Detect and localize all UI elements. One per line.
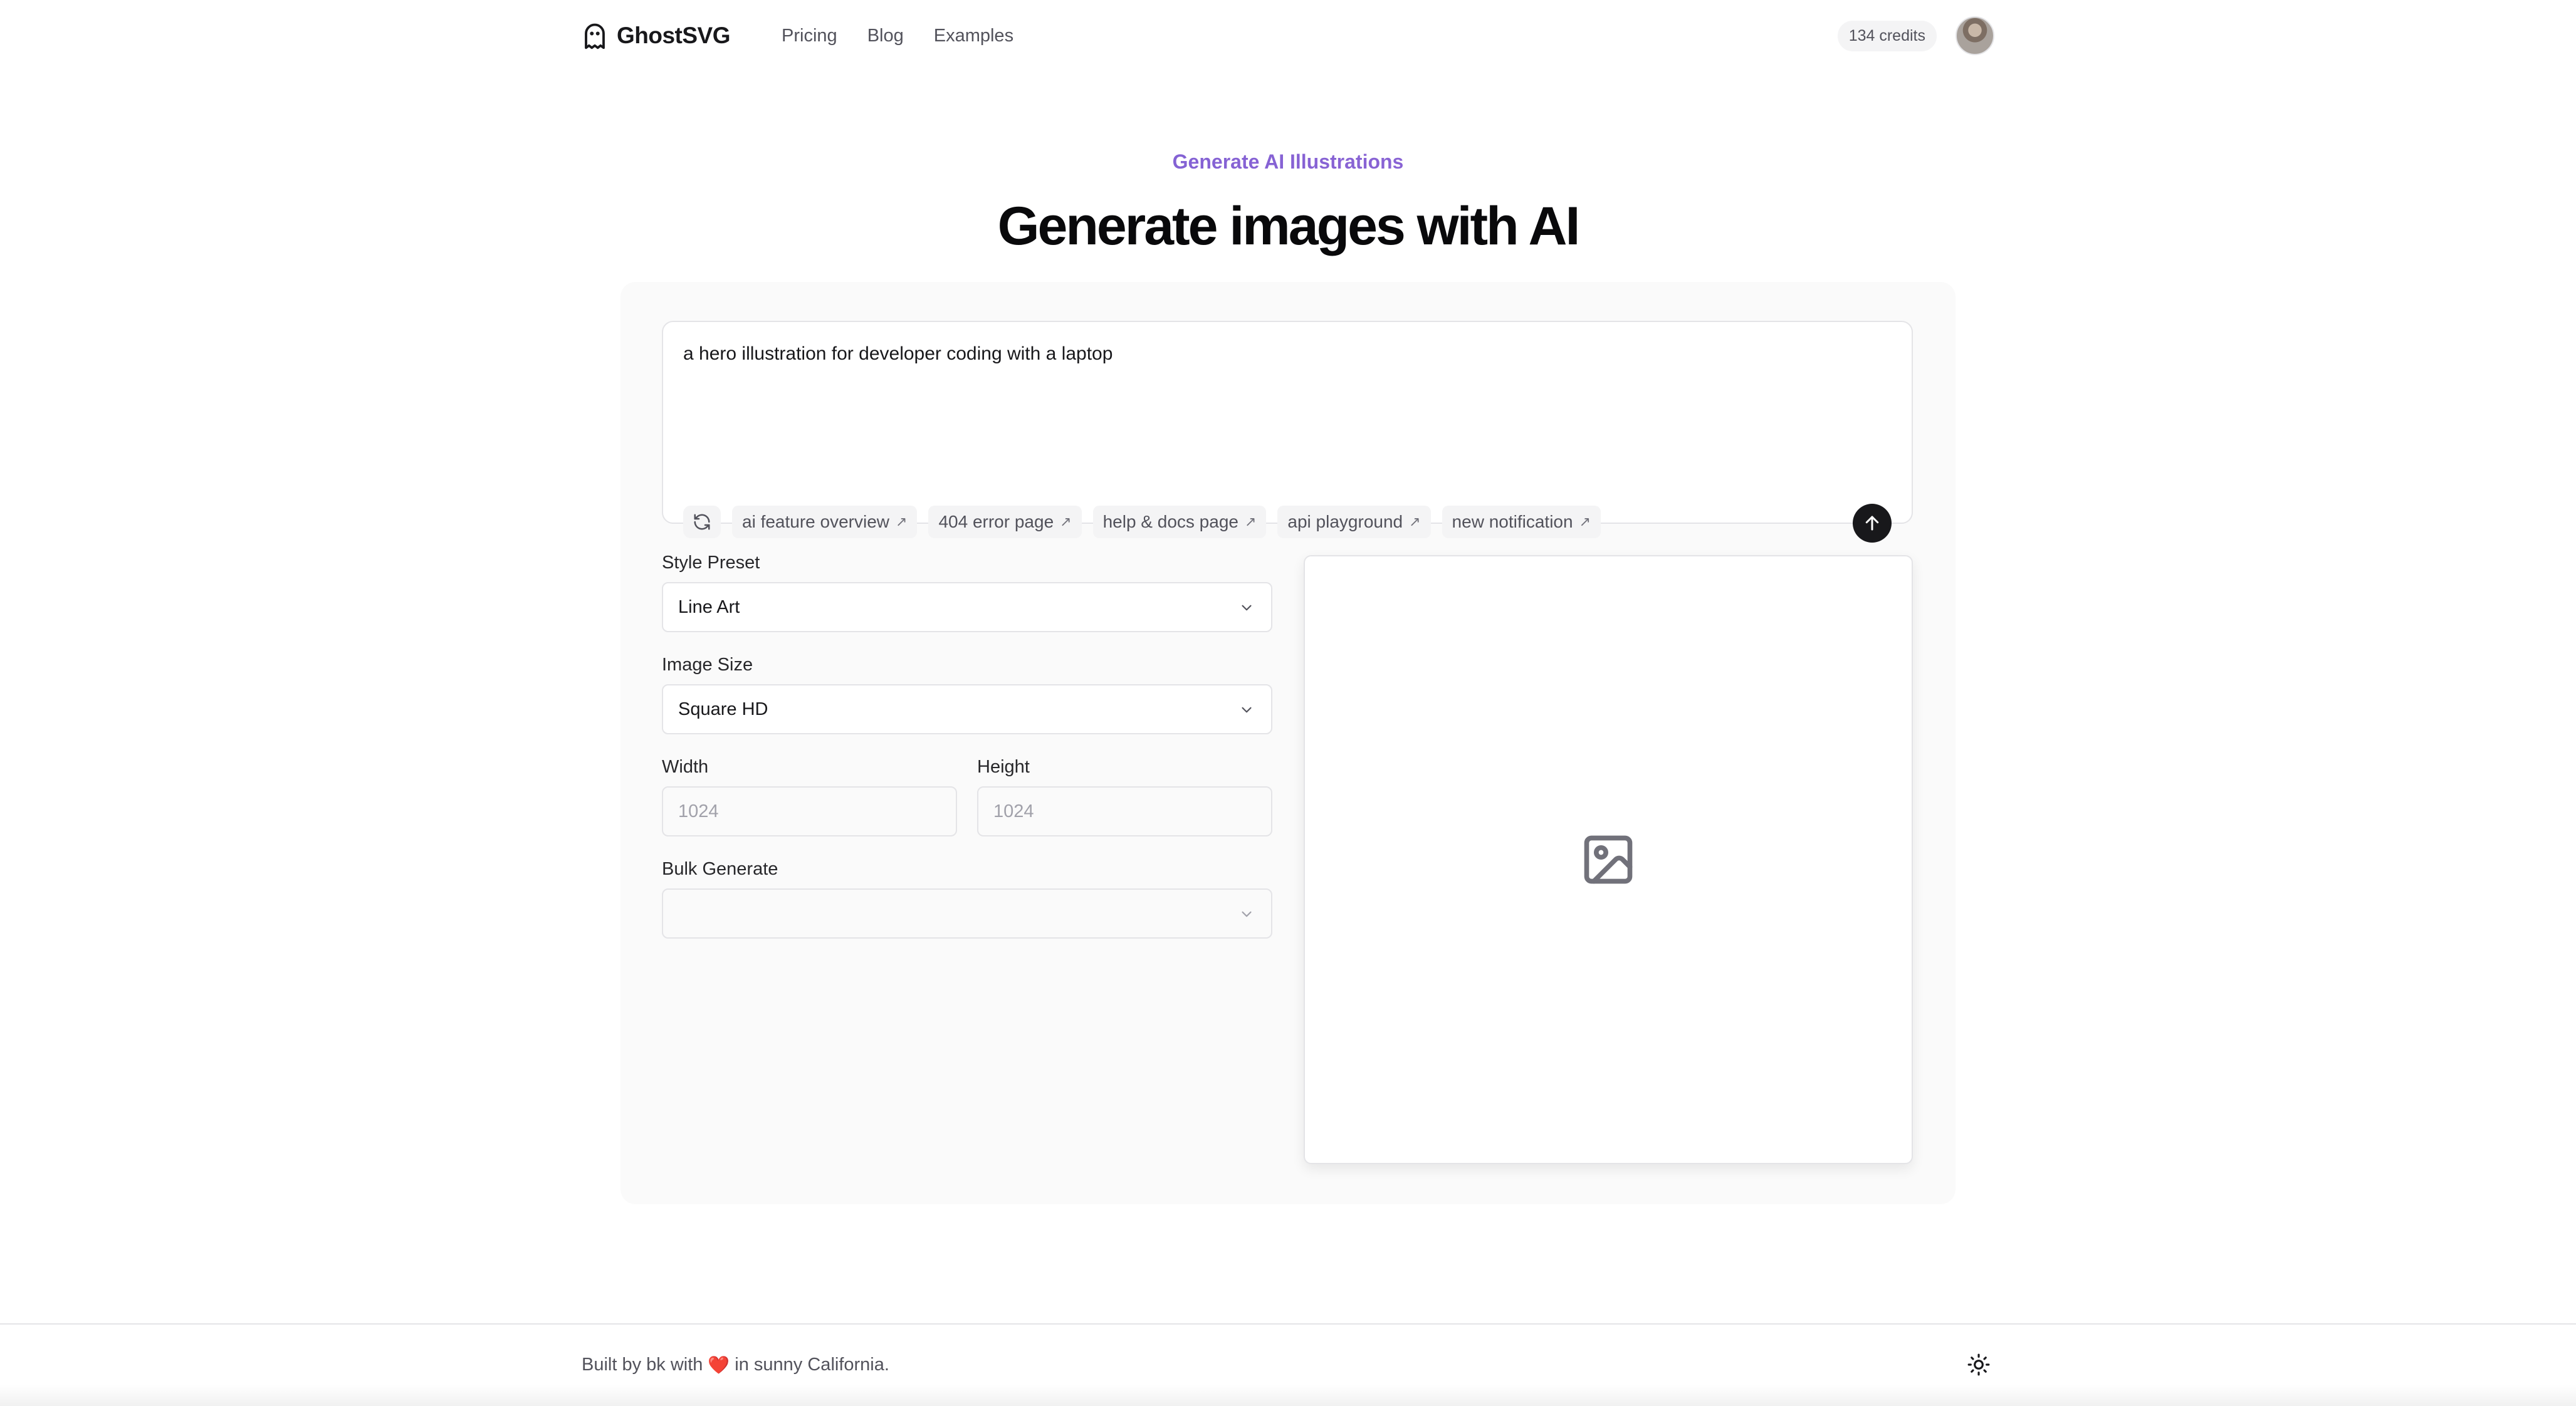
image-size-select[interactable]: Square HD <box>662 684 1272 734</box>
chevron-down-icon <box>1242 911 1252 917</box>
options-form: Style Preset Line Art Image Size Square … <box>662 553 1272 961</box>
submit-button[interactable] <box>1853 504 1892 543</box>
width-input[interactable]: 1024 <box>662 786 957 836</box>
footer-text-start: Built by bk with <box>582 1354 703 1375</box>
arrow-up-icon <box>1865 516 1879 531</box>
arrow-up-right-icon: ↗ <box>1409 514 1421 529</box>
height-input[interactable]: 1024 <box>977 786 1272 836</box>
arrow-up-right-icon: ↗ <box>1060 514 1072 529</box>
sun-icon <box>1967 1353 1990 1376</box>
prompt-textarea[interactable]: a hero illustration for developer coding… <box>683 343 1113 365</box>
image-placeholder-icon <box>1584 835 1633 884</box>
arrow-up-right-icon: ↗ <box>896 514 908 529</box>
hero-eyebrow: Generate AI Illustrations <box>0 150 2576 174</box>
refresh-suggestions-button[interactable] <box>683 506 721 538</box>
nav-pricing-link[interactable]: Pricing <box>782 26 837 46</box>
height-field-group: Height 1024 <box>977 757 1272 859</box>
footer-credit: Built by bk with ❤️ in sunny California. <box>582 1355 889 1375</box>
suggestion-list: ai feature overview ↗ 404 error page ↗ h… <box>683 505 1601 539</box>
header-right: 134 credits <box>1837 16 1994 55</box>
nav-blog-link[interactable]: Blog <box>867 26 904 46</box>
footer: Built by bk with ❤️ in sunny California. <box>582 1347 1994 1382</box>
suggestion-chip[interactable]: ai feature overview ↗ <box>732 506 918 538</box>
refresh-icon <box>694 514 710 530</box>
suggestion-label: ai feature overview <box>742 512 890 531</box>
image-size-value: Square HD <box>678 699 768 719</box>
prompt-box: a hero illustration for developer coding… <box>662 321 1913 543</box>
top-navbar: GhostSVG Pricing Blog Examples 134 credi… <box>582 15 1994 56</box>
suggestion-chip[interactable]: 404 error page ↗ <box>928 506 1082 538</box>
arrow-up-right-icon: ↗ <box>1579 514 1591 529</box>
suggestion-chip[interactable]: api playground ↗ <box>1277 506 1431 538</box>
generator-panel: a hero illustration for developer coding… <box>620 282 1956 1204</box>
image-size-label: Image Size <box>662 655 753 675</box>
nav-examples-link[interactable]: Examples <box>934 26 1013 46</box>
brand-name: GhostSVG <box>617 23 731 48</box>
footer-divider <box>0 1323 2576 1325</box>
bottom-edge-shadow <box>0 1385 2576 1406</box>
suggestion-chip[interactable]: new notification ↗ <box>1442 506 1601 538</box>
page: GhostSVG Pricing Blog Examples 134 credi… <box>0 0 2576 1406</box>
theme-toggle-button[interactable] <box>1963 1349 1994 1380</box>
arrow-up-right-icon: ↗ <box>1244 514 1257 529</box>
page-title: Generate images with AI <box>997 196 1581 256</box>
style-preset-label: Style Preset <box>662 553 760 573</box>
footer-text-end: in sunny California. <box>735 1354 889 1375</box>
user-avatar[interactable] <box>1956 16 1994 55</box>
suggestion-label: api playground <box>1287 512 1403 531</box>
suggestion-label: 404 error page <box>938 512 1054 531</box>
image-preview <box>1304 555 1913 1164</box>
suggestion-label: new notification <box>1452 512 1573 531</box>
suggestion-chip[interactable]: help & docs page ↗ <box>1092 506 1267 538</box>
heart-icon: ❤️ <box>708 1355 730 1375</box>
bulk-generate-select[interactable] <box>662 888 1272 939</box>
style-preset-value: Line Art <box>678 596 740 617</box>
style-preset-select[interactable]: Line Art <box>662 582 1272 632</box>
bulk-generate-label: Bulk Generate <box>662 859 778 879</box>
suggestion-label: help & docs page <box>1102 512 1238 531</box>
main-nav: Pricing Blog Examples <box>782 26 1013 46</box>
width-label: Width <box>662 757 709 777</box>
dimensions-row: Width 1024 Height 1024 <box>662 757 1272 859</box>
chevron-down-icon <box>1242 605 1252 611</box>
credits-badge[interactable]: 134 credits <box>1837 20 1937 51</box>
chevron-down-icon <box>1242 707 1252 713</box>
brand-logo-link[interactable]: GhostSVG <box>582 21 731 50</box>
width-field-group: Width 1024 <box>662 757 957 859</box>
ghost-icon <box>585 23 605 49</box>
height-label: Height <box>977 757 1030 777</box>
